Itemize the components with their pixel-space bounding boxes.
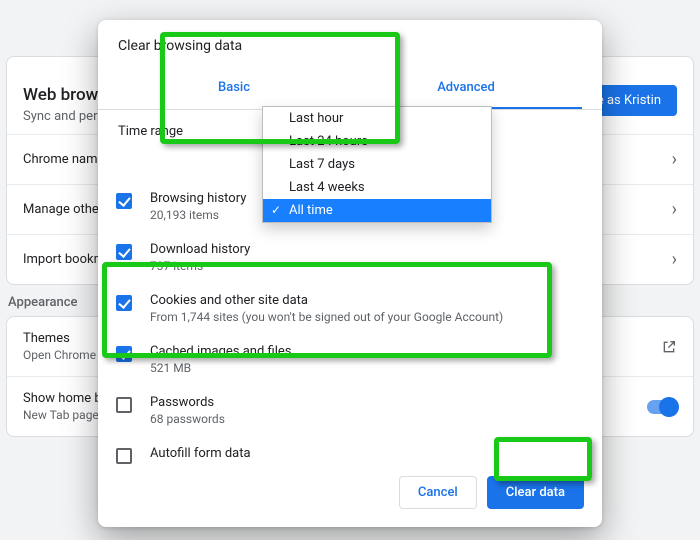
item-title: Browsing history xyxy=(150,191,246,206)
dropdown-option[interactable]: Last hour xyxy=(263,107,491,130)
chevron-right-icon xyxy=(672,149,677,170)
item-cookies[interactable]: Cookies and other site data From 1,744 s… xyxy=(116,283,584,334)
toggle-home-button[interactable] xyxy=(647,400,677,414)
dropdown-option[interactable]: Last 24 hours xyxy=(263,130,491,153)
checkbox[interactable] xyxy=(116,295,132,311)
item-download-history[interactable]: Download history 737 items xyxy=(116,232,584,283)
item-sub: 521 MB xyxy=(150,361,291,375)
dropdown-option-selected[interactable]: All time xyxy=(263,199,491,222)
dialog-tabs: Basic Advanced xyxy=(98,68,602,110)
clear-data-button[interactable]: Clear data xyxy=(487,476,584,509)
item-cached[interactable]: Cached images and files 521 MB xyxy=(116,334,584,385)
item-title: Passwords xyxy=(150,395,225,410)
dropdown-option[interactable]: Last 7 days xyxy=(263,153,491,176)
time-range-dropdown[interactable]: Last hour Last 24 hours Last 7 days Last… xyxy=(262,106,492,223)
tab-basic[interactable]: Basic xyxy=(118,68,350,109)
item-title: Download history xyxy=(150,242,250,257)
chevron-right-icon xyxy=(672,249,677,270)
item-title: Cached images and files xyxy=(150,344,291,359)
item-autofill[interactable]: Autofill form data xyxy=(116,436,584,464)
item-title: Autofill form data xyxy=(150,446,251,461)
cancel-button[interactable]: Cancel xyxy=(399,476,477,509)
chevron-right-icon xyxy=(672,199,677,220)
checkbox[interactable] xyxy=(116,244,132,260)
item-sub: From 1,744 sites (you won't be signed ou… xyxy=(150,310,503,324)
item-passwords[interactable]: Passwords 68 passwords xyxy=(116,385,584,436)
dialog-title: Clear browsing data xyxy=(98,38,602,66)
item-sub: 737 items xyxy=(150,259,250,273)
decorative-swirl xyxy=(8,0,98,36)
checkbox[interactable] xyxy=(116,346,132,362)
dropdown-option[interactable]: Last 4 weeks xyxy=(263,176,491,199)
external-link-icon xyxy=(661,339,677,355)
time-range-label: Time range xyxy=(118,124,183,139)
checkbox[interactable] xyxy=(116,193,132,209)
item-sub: 20,193 items xyxy=(150,208,246,222)
tab-advanced[interactable]: Advanced xyxy=(350,68,582,109)
checkbox[interactable] xyxy=(116,397,132,413)
item-sub: 68 passwords xyxy=(150,412,225,426)
checkbox[interactable] xyxy=(116,448,132,464)
clear-browsing-data-dialog: Clear browsing data Basic Advanced Time … xyxy=(98,20,602,527)
item-title: Cookies and other site data xyxy=(150,293,503,308)
